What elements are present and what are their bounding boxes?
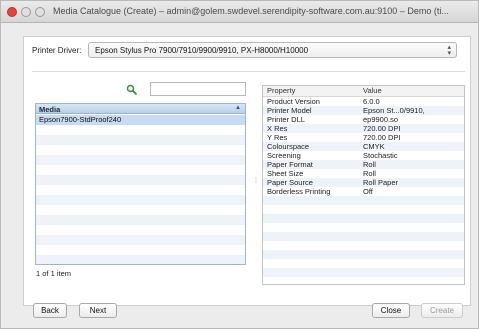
media-column-label: Media bbox=[39, 105, 61, 114]
title-bar[interactable]: Media Catalogue (Create) – admin@golem.s… bbox=[1, 1, 478, 23]
property-name: Product Version bbox=[267, 96, 320, 106]
printer-driver-select[interactable]: Epson Stylus Pro 7900/7910/9900/9910, PX… bbox=[88, 42, 457, 58]
property-name: Colourspace bbox=[263, 141, 359, 151]
table-row[interactable]: Printer DLL ep9900.so bbox=[263, 115, 464, 124]
properties-header-row: Property Value bbox=[263, 86, 464, 97]
search-icon bbox=[126, 84, 138, 96]
property-value: Roll bbox=[363, 168, 376, 178]
table-row[interactable]: Screening Stochastic bbox=[263, 151, 464, 160]
empty-row bbox=[36, 135, 245, 145]
minimize-window-icon[interactable] bbox=[21, 7, 31, 17]
property-name: Printer DLL bbox=[267, 114, 305, 124]
property-value: Roll Paper bbox=[359, 177, 464, 187]
table-row[interactable]: Product Version 6.0.0 bbox=[263, 96, 464, 106]
property-name: Printer Model bbox=[263, 105, 359, 115]
property-name: Y Res bbox=[267, 132, 288, 142]
property-name: Paper Source bbox=[263, 177, 359, 187]
properties-body: Product Version 6.0.0 Printer Model Epson … bbox=[263, 96, 464, 277]
close-button[interactable]: Close bbox=[372, 303, 410, 318]
property-value: 6.0.0 bbox=[363, 96, 380, 106]
empty-row bbox=[36, 255, 245, 264]
divider bbox=[32, 71, 465, 72]
empty-row bbox=[263, 223, 464, 232]
empty-row bbox=[36, 245, 245, 255]
media-list[interactable]: Media ▲ Epson7900-StdProof240 bbox=[35, 103, 246, 265]
empty-row bbox=[36, 185, 245, 195]
printer-driver-row: Printer Driver: Epson Stylus Pro 7900/79… bbox=[24, 37, 472, 63]
dialog-content: Printer Driver: Epson Stylus Pro 7900/79… bbox=[23, 36, 471, 306]
properties-table: Property Value Product Version 6.0.0 Prin… bbox=[263, 86, 464, 277]
sort-ascending-icon: ▲ bbox=[235, 105, 241, 111]
table-row[interactable]: Y Res 720.00 DPI bbox=[263, 133, 464, 142]
splitter-handle[interactable]: ⋮ bbox=[253, 177, 259, 185]
table-row[interactable]: Sheet Size Roll bbox=[263, 169, 464, 178]
empty-row bbox=[36, 205, 245, 215]
empty-row bbox=[263, 231, 464, 241]
empty-row bbox=[263, 195, 464, 205]
empty-row bbox=[263, 205, 464, 214]
property-value: CMYK bbox=[359, 141, 464, 151]
empty-row bbox=[36, 235, 245, 245]
table-row[interactable]: Borderless Printing Off bbox=[263, 187, 464, 196]
media-list-item[interactable]: Epson7900-StdProof240 bbox=[36, 115, 245, 125]
zoom-window-icon[interactable] bbox=[35, 7, 45, 17]
empty-row bbox=[36, 165, 245, 175]
empty-row bbox=[36, 175, 245, 185]
item-count: 1 of 1 item bbox=[36, 269, 72, 278]
empty-row bbox=[263, 249, 464, 259]
property-name: X Res bbox=[263, 123, 359, 133]
empty-row bbox=[36, 195, 245, 205]
property-name: Borderless Printing bbox=[267, 186, 331, 196]
table-row[interactable]: X Res 720.00 DPI bbox=[263, 123, 464, 133]
table-row[interactable]: Printer Model Epson St...0/9910, bbox=[263, 105, 464, 115]
close-window-icon[interactable] bbox=[7, 7, 17, 17]
printer-driver-label: Printer Driver: bbox=[32, 46, 82, 55]
media-rows: Epson7900-StdProof240 bbox=[36, 115, 245, 264]
properties-panel: Property Value Product Version 6.0.0 Prin… bbox=[262, 85, 465, 285]
empty-row bbox=[263, 259, 464, 268]
property-value: Epson St...0/9910, bbox=[359, 105, 464, 115]
media-catalogue-window: Media Catalogue (Create) – admin@golem.s… bbox=[0, 0, 479, 329]
table-row[interactable]: Colourspace CMYK bbox=[263, 141, 464, 151]
media-column-header[interactable]: Media ▲ bbox=[36, 104, 245, 114]
property-name: Screening bbox=[267, 150, 301, 160]
property-name: Sheet Size bbox=[267, 168, 304, 178]
table-row[interactable]: Paper Format Roll bbox=[263, 159, 464, 169]
empty-row bbox=[36, 225, 245, 235]
empty-row bbox=[263, 241, 464, 250]
media-panel: Media ▲ Epson7900-StdProof240 1 of 1 ite… bbox=[32, 79, 248, 293]
property-name: Paper Format bbox=[263, 159, 359, 169]
next-button[interactable]: Next bbox=[79, 303, 117, 318]
empty-row bbox=[36, 145, 245, 155]
value-column-header[interactable]: Value bbox=[359, 86, 464, 97]
printer-driver-value: Epson Stylus Pro 7900/7910/9900/9910, PX… bbox=[95, 46, 309, 55]
property-column-header[interactable]: Property bbox=[263, 86, 359, 97]
property-value: Roll bbox=[359, 159, 464, 169]
select-arrows-icon: ▴ ▾ bbox=[447, 44, 451, 57]
empty-row bbox=[263, 213, 464, 223]
property-value: ep9900.so bbox=[363, 114, 399, 124]
property-value: Stochastic bbox=[363, 150, 398, 160]
empty-row bbox=[36, 155, 245, 165]
create-button[interactable]: Create bbox=[421, 303, 463, 318]
window-title: Media Catalogue (Create) – admin@golem.s… bbox=[53, 6, 449, 16]
empty-row bbox=[36, 125, 245, 135]
back-button[interactable]: Back bbox=[33, 303, 67, 318]
property-value: 720.00 DPI bbox=[363, 132, 401, 142]
empty-row bbox=[36, 215, 245, 225]
media-search-input[interactable] bbox=[150, 82, 246, 96]
table-row[interactable]: Paper Source Roll Paper bbox=[263, 177, 464, 187]
property-value: Off bbox=[363, 186, 373, 196]
property-value: 720.00 DPI bbox=[359, 123, 464, 133]
empty-row bbox=[263, 267, 464, 277]
